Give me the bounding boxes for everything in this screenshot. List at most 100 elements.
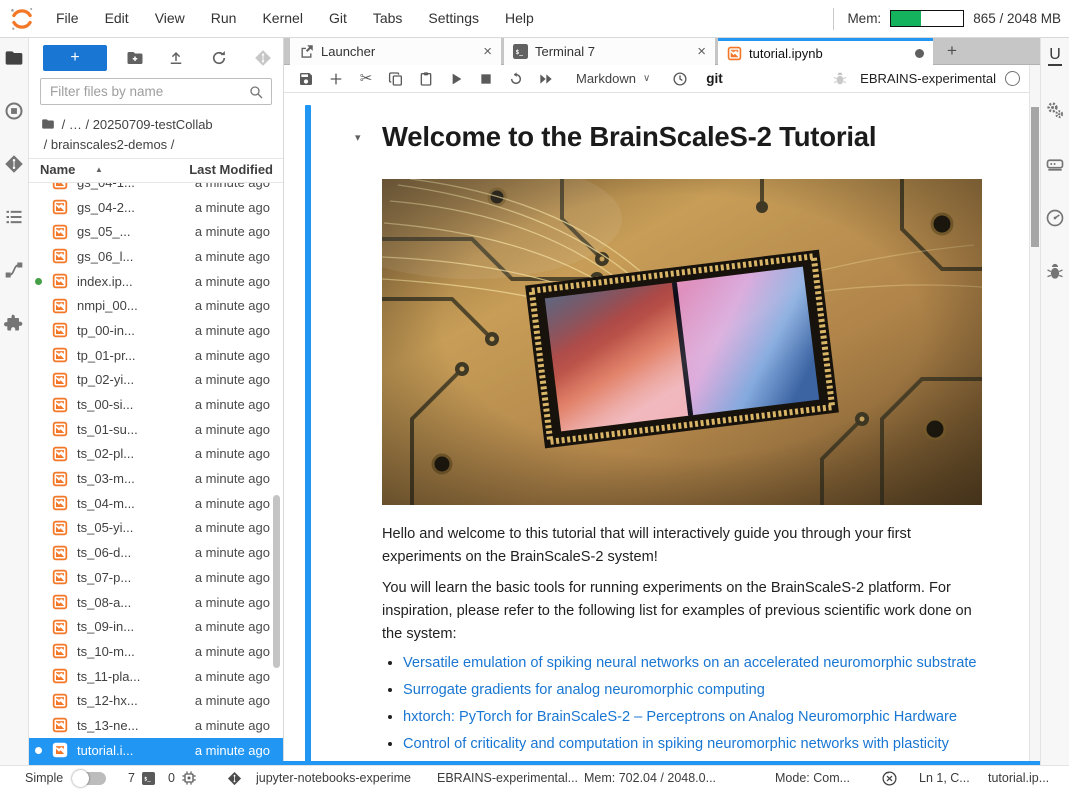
refresh-icon[interactable] bbox=[210, 49, 228, 67]
file-row[interactable]: tp_02-yi...a minute ago bbox=[29, 368, 283, 393]
upload-icon[interactable] bbox=[167, 49, 185, 67]
breadcrumb-ellipsis[interactable]: … bbox=[69, 117, 82, 132]
kernels-count[interactable]: 0 bbox=[168, 766, 175, 790]
run-all-icon[interactable] bbox=[538, 71, 554, 87]
close-icon[interactable]: × bbox=[483, 44, 492, 59]
menu-run[interactable]: Run bbox=[198, 0, 250, 37]
extension-manager-icon[interactable] bbox=[0, 313, 29, 333]
not-trusted-icon[interactable] bbox=[881, 770, 898, 787]
kernel-status-text[interactable]: EBRAINS-experimental... bbox=[437, 766, 578, 790]
add-cell-icon[interactable] bbox=[328, 71, 344, 87]
kernel-chip-icon[interactable] bbox=[181, 770, 197, 786]
file-row[interactable]: ts_09-in...a minute ago bbox=[29, 614, 283, 639]
debugger-icon[interactable] bbox=[1041, 262, 1069, 282]
cursor-position[interactable]: Ln 1, C... bbox=[919, 766, 970, 790]
running-kernels-icon[interactable] bbox=[0, 101, 29, 121]
close-icon[interactable]: × bbox=[697, 44, 706, 59]
stop-icon[interactable] bbox=[478, 71, 494, 87]
save-icon[interactable] bbox=[298, 71, 314, 87]
reference-link[interactable]: Control of criticality and computation i… bbox=[403, 736, 949, 752]
disk-usage-icon[interactable] bbox=[1041, 154, 1069, 174]
kernel-status-icon[interactable] bbox=[1005, 71, 1020, 86]
folder-icon[interactable] bbox=[0, 48, 29, 68]
git-clone-icon[interactable] bbox=[254, 49, 272, 67]
filter-files-field[interactable] bbox=[40, 78, 272, 105]
tab-terminal-7[interactable]: $_Terminal 7× bbox=[504, 38, 715, 65]
file-row[interactable]: tutorial.i...a minute ago bbox=[29, 738, 283, 763]
new-tab-button[interactable]: + bbox=[939, 40, 965, 63]
paste-icon[interactable] bbox=[418, 71, 434, 87]
file-row[interactable]: ts_04-m...a minute ago bbox=[29, 491, 283, 516]
file-row[interactable]: gs_04-2...a minute ago bbox=[29, 195, 283, 220]
git-branch-icon[interactable] bbox=[227, 771, 242, 786]
tab-tutorial-ipynb[interactable]: tutorial.ipynb bbox=[718, 38, 933, 65]
system-monitor-icon[interactable] bbox=[1041, 208, 1069, 228]
editor-mode[interactable]: Mode: Com... bbox=[775, 766, 850, 790]
unfold-panel-icon[interactable]: U bbox=[1041, 46, 1069, 66]
heading-collapser-icon[interactable]: ▾ bbox=[355, 131, 361, 144]
file-row[interactable]: tp_01-pr...a minute ago bbox=[29, 343, 283, 368]
file-row[interactable]: ts_03-m...a minute ago bbox=[29, 466, 283, 491]
menu-tabs[interactable]: Tabs bbox=[360, 0, 416, 37]
filter-files-input[interactable] bbox=[41, 79, 271, 104]
terminal-icon[interactable]: $_ bbox=[141, 772, 156, 785]
file-row[interactable]: ts_12-hx...a minute ago bbox=[29, 688, 283, 713]
run-icon[interactable] bbox=[448, 71, 464, 87]
data-pipeline-icon[interactable] bbox=[0, 260, 29, 280]
kernel-name[interactable]: EBRAINS-experimental bbox=[860, 71, 996, 86]
cell-type-dropdown[interactable]: Markdown ∨ bbox=[576, 71, 650, 86]
reference-link[interactable]: Versatile emulation of spiking neural ne… bbox=[403, 655, 977, 671]
notebook-scrollbar[interactable] bbox=[1029, 65, 1040, 765]
file-name: nmpi_00... bbox=[77, 298, 138, 313]
git-icon[interactable] bbox=[0, 154, 29, 174]
bug-icon[interactable] bbox=[832, 71, 848, 87]
menu-view[interactable]: View bbox=[142, 0, 198, 37]
file-row[interactable]: ts_00-si...a minute ago bbox=[29, 392, 283, 417]
git-toolbar-button[interactable]: git bbox=[706, 71, 723, 86]
tab-launcher[interactable]: Launcher× bbox=[290, 38, 501, 65]
menu-edit[interactable]: Edit bbox=[92, 0, 142, 37]
simple-mode-toggle[interactable] bbox=[72, 772, 106, 785]
reference-link[interactable]: Surrogate gradients for analog neuromorp… bbox=[403, 682, 765, 698]
column-header-name[interactable]: Name bbox=[40, 162, 75, 177]
property-inspector-icon[interactable] bbox=[1041, 100, 1069, 120]
file-row[interactable]: ts_07-p...a minute ago bbox=[29, 565, 283, 590]
new-folder-icon[interactable] bbox=[126, 49, 144, 67]
file-list-scrollbar[interactable] bbox=[273, 495, 280, 668]
column-header-modified[interactable]: Last Modified bbox=[189, 162, 273, 177]
menu-git[interactable]: Git bbox=[316, 0, 360, 37]
copy-icon[interactable] bbox=[388, 71, 404, 87]
file-row[interactable]: index.ip...a minute ago bbox=[29, 269, 283, 294]
table-of-contents-icon[interactable] bbox=[0, 207, 29, 227]
file-row[interactable]: ts_13-ne...a minute ago bbox=[29, 713, 283, 738]
new-launcher-button[interactable]: + bbox=[43, 45, 107, 71]
file-row[interactable]: ts_01-su...a minute ago bbox=[29, 417, 283, 442]
menu-file[interactable]: File bbox=[43, 0, 92, 37]
file-row[interactable]: tp_00-in...a minute ago bbox=[29, 318, 283, 343]
terminals-count[interactable]: 7 bbox=[128, 766, 135, 790]
file-row[interactable]: ts_10-m...a minute ago bbox=[29, 639, 283, 664]
git-branch-name[interactable]: jupyter-notebooks-experime bbox=[256, 766, 411, 790]
simple-mode-label[interactable]: Simple bbox=[25, 766, 63, 790]
file-row[interactable]: gs_04-1...a minute ago bbox=[29, 183, 283, 195]
file-row[interactable]: ts_11-pla...a minute ago bbox=[29, 664, 283, 689]
breadcrumb-segment[interactable]: 20250709-testCollab bbox=[93, 117, 213, 132]
reference-link[interactable]: hxtorch: PyTorch for BrainScaleS-2 – Per… bbox=[403, 709, 957, 725]
file-row[interactable]: ts_06-d...a minute ago bbox=[29, 540, 283, 565]
file-row[interactable]: ts_05-yi...a minute ago bbox=[29, 516, 283, 541]
menu-settings[interactable]: Settings bbox=[415, 0, 492, 37]
restart-icon[interactable] bbox=[508, 71, 524, 87]
folder-icon[interactable] bbox=[40, 117, 56, 131]
launcher-icon bbox=[299, 44, 314, 59]
scrollbar-thumb[interactable] bbox=[1031, 107, 1039, 247]
breadcrumb-segment[interactable]: brainscales2-demos bbox=[51, 137, 167, 152]
clock-icon[interactable] bbox=[672, 71, 688, 87]
file-row[interactable]: gs_05_...a minute ago bbox=[29, 219, 283, 244]
file-row[interactable]: nmpi_00...a minute ago bbox=[29, 293, 283, 318]
file-row[interactable]: gs_06_l...a minute ago bbox=[29, 244, 283, 269]
cut-icon[interactable]: ✂ bbox=[358, 71, 374, 87]
file-row[interactable]: ts_02-pl...a minute ago bbox=[29, 442, 283, 467]
menu-help[interactable]: Help bbox=[492, 0, 547, 37]
menu-kernel[interactable]: Kernel bbox=[249, 0, 315, 37]
file-row[interactable]: ts_08-a...a minute ago bbox=[29, 590, 283, 615]
